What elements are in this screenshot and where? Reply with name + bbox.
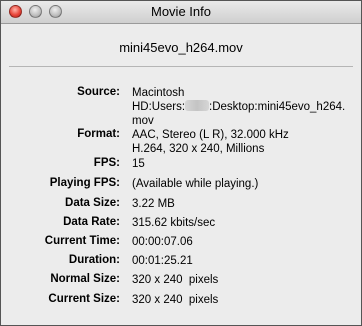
current-size-label: Current Size: <box>48 293 120 305</box>
movie-filename: mini45evo_h264.mov <box>119 40 243 55</box>
format-label: Format: <box>77 128 120 140</box>
duration-label: Duration: <box>68 254 120 266</box>
source-line3: mov <box>132 115 154 127</box>
source-line1: Macintosh <box>132 87 185 99</box>
playing-fps-label: Playing FPS: <box>49 177 120 189</box>
source-line2a: HD:Users: <box>132 101 186 113</box>
duration-value: 00:01:25.21 <box>132 255 193 267</box>
data-size-label: Data Size: <box>65 197 120 209</box>
current-size-value: 320 x 240 pixels <box>132 294 219 306</box>
source-value: Macintosh HD:Users: :Desktop:mini45evo_h2… <box>132 86 354 128</box>
data-rate-label: Data Rate: <box>63 216 120 228</box>
source-line2b: :Desktop:mini45evo_h264. <box>209 101 346 113</box>
movie-info-window: Movie Info mini45evo_h264.mov Source: Ma… <box>0 0 362 326</box>
current-time-value: 00:00:07.06 <box>132 236 193 248</box>
normal-size-label: Normal Size: <box>50 273 120 285</box>
title-bar[interactable]: Movie Info <box>1 1 361 24</box>
data-rate-value: 315.62 kbits/sec <box>132 217 216 229</box>
playing-fps-value: (Available while playing.) <box>132 178 259 190</box>
format-value: AAC, Stereo (L R), 32.000 kHz H.264, 320… <box>132 128 354 156</box>
window-title: Movie Info <box>151 4 211 19</box>
fps-label: FPS: <box>93 157 120 169</box>
normal-size-value: 320 x 240 pixels <box>132 274 219 286</box>
source-label: Source: <box>77 86 120 98</box>
current-time-label: Current Time: <box>44 235 120 247</box>
divider <box>9 66 353 67</box>
fps-value: 15 <box>132 158 145 170</box>
redacted-username <box>185 100 210 111</box>
format-line1: AAC, Stereo (L R), 32.000 kHz <box>132 129 289 141</box>
data-size-value: 3.22 MB <box>132 198 175 210</box>
format-line2: H.264, 320 x 240, Millions <box>132 143 265 155</box>
